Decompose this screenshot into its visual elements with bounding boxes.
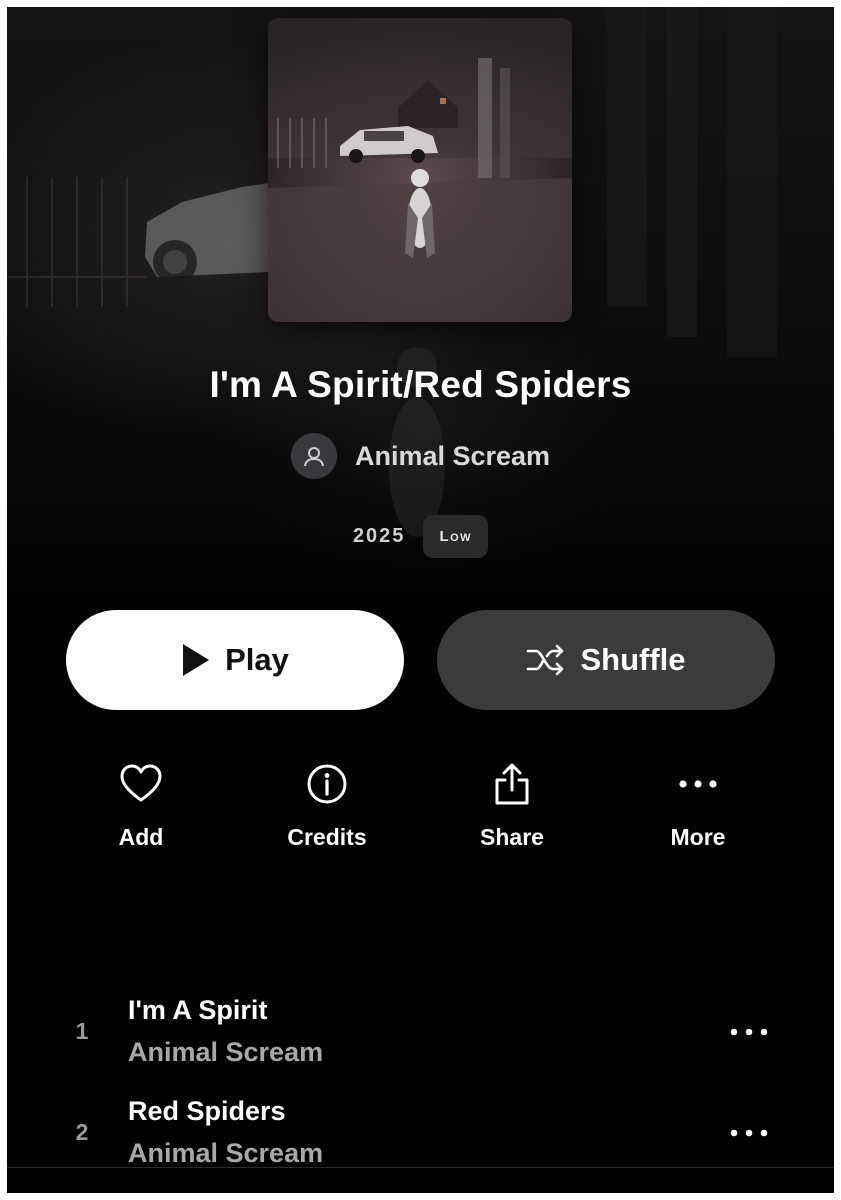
- credits-label: Credits: [287, 824, 367, 850]
- more-horizontal-icon: [730, 1129, 768, 1137]
- artist-avatar: [290, 433, 337, 479]
- quality-badge: Low: [423, 515, 489, 558]
- album-cover-art: [268, 18, 572, 322]
- track-more-button[interactable]: [725, 1113, 773, 1153]
- info-icon: [252, 761, 402, 807]
- action-bar: Add Credits Share More: [7, 761, 834, 861]
- heart-icon: [66, 761, 216, 807]
- credits-button[interactable]: Credits: [252, 761, 402, 851]
- release-year: 2025: [352, 525, 406, 547]
- play-button[interactable]: Play: [66, 610, 404, 710]
- person-icon: [303, 447, 324, 467]
- album-title: I'm A Spirit/Red Spiders: [209, 364, 632, 405]
- album-screen: I'm A Spirit/Red Spiders Animal Scream 2…: [7, 7, 834, 1193]
- track-number: 1: [75, 1018, 89, 1044]
- play-button-label: Play: [225, 642, 289, 677]
- track-title: Red Spiders: [128, 1096, 286, 1126]
- shuffle-button-label: Shuffle: [580, 642, 686, 677]
- play-icon: [181, 642, 211, 678]
- more-label: More: [670, 824, 726, 850]
- shuffle-button[interactable]: Shuffle: [437, 610, 775, 710]
- more-button[interactable]: More: [623, 761, 773, 851]
- track-row[interactable]: 2 Red Spiders Animal Scream: [7, 1093, 834, 1193]
- divider: [7, 1167, 834, 1168]
- share-button[interactable]: Share: [437, 761, 587, 851]
- add-label: Add: [118, 824, 164, 850]
- track-more-button[interactable]: [725, 1012, 773, 1052]
- shuffle-icon: [526, 644, 566, 676]
- more-horizontal-icon: [730, 1028, 768, 1036]
- share-label: Share: [480, 824, 544, 850]
- add-button[interactable]: Add: [66, 761, 216, 851]
- artist-name: Animal Scream: [354, 440, 551, 471]
- album-meta: 2025 Low: [7, 515, 834, 558]
- track-artist: Animal Scream: [128, 1037, 324, 1067]
- track-artist: Animal Scream: [128, 1138, 324, 1168]
- track-number: 2: [75, 1119, 89, 1145]
- artist-link[interactable]: Animal Scream: [7, 433, 834, 479]
- track-row[interactable]: 1 I'm A Spirit Animal Scream: [7, 992, 834, 1092]
- more-horizontal-icon: [623, 761, 773, 807]
- track-title: I'm A Spirit: [128, 995, 268, 1025]
- share-icon: [437, 761, 587, 807]
